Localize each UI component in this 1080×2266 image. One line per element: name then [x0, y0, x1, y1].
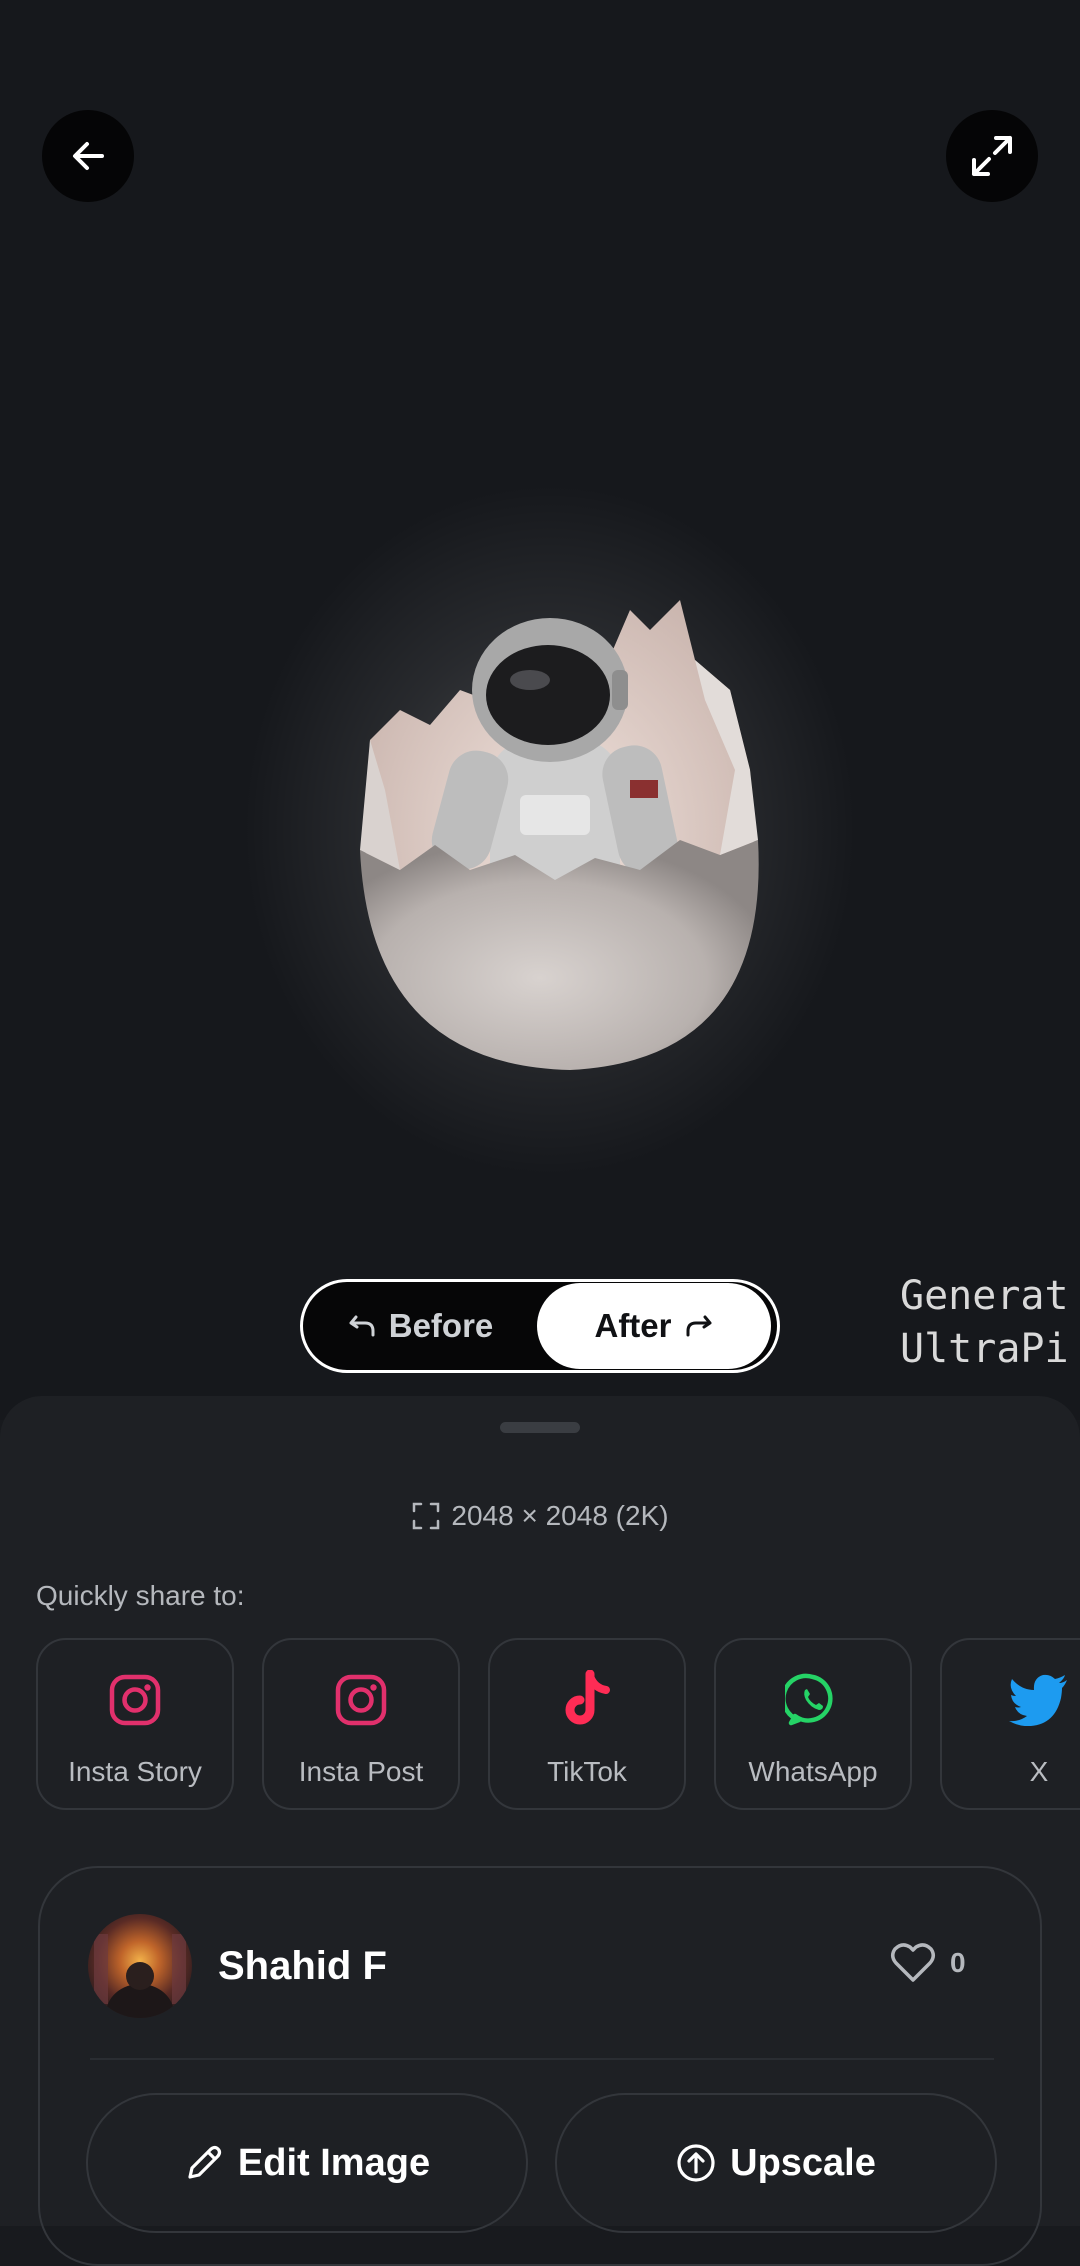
after-option[interactable]: After [537, 1283, 771, 1369]
share-label-text: Insta Story [68, 1756, 202, 1787]
share-insta-story[interactable]: Insta Story [36, 1638, 234, 1810]
creator-name[interactable]: Shahid F [218, 1944, 387, 1989]
share-insta-post[interactable]: Insta Post [262, 1638, 460, 1810]
twitter-bird-icon [1009, 1674, 1067, 1726]
edit-image-button[interactable]: Edit Image [86, 2093, 528, 2233]
edit-image-label: Edit Image [237, 2141, 431, 2184]
watermark-text: Generat UltraPi [900, 1270, 1080, 1376]
undo-icon [349, 1315, 375, 1337]
tiktok-icon [565, 1670, 610, 1725]
share-x[interactable]: X [940, 1638, 1080, 1810]
upscale-button[interactable]: Upscale [555, 2093, 997, 2233]
before-after-toggle[interactable]: Before After [300, 1279, 780, 1373]
before-option[interactable]: Before [303, 1283, 537, 1369]
after-label: After [594, 1307, 672, 1344]
share-label-text: TikTok [547, 1756, 627, 1787]
like-count: 0 [950, 1947, 966, 1978]
share-label-text: WhatsApp [748, 1756, 878, 1787]
watermark-line: UltraPi [900, 1326, 1069, 1372]
resolution-text: 2048 × 2048 (2K) [451, 1500, 669, 1531]
share-targets: Insta Story Insta Post TikTok WhatsApp X [36, 1638, 1080, 1814]
bottom-sheet: 2048 × 2048 (2K) Quickly share to: Insta… [0, 1396, 1080, 2266]
avatar[interactable] [88, 1914, 192, 2018]
avatar-image [94, 1934, 186, 2018]
expand-icon [972, 136, 1012, 176]
instagram-icon [335, 1674, 387, 1726]
arrow-up-circle-icon [677, 2144, 715, 2182]
redo-icon [686, 1315, 711, 1337]
heart-icon [891, 1943, 935, 1982]
generated-image[interactable] [340, 540, 800, 1100]
image-viewer: Before After Generat UltraPi [0, 0, 1080, 1420]
divider [90, 2058, 994, 2060]
share-whatsapp[interactable]: WhatsApp [714, 1638, 912, 1810]
share-label-text: X [1029, 1756, 1049, 1787]
fullscreen-button[interactable] [946, 110, 1038, 202]
resolution-info: 2048 × 2048 (2K) [0, 1496, 1080, 1536]
instagram-icon [109, 1674, 161, 1726]
arrow-left-icon [73, 142, 104, 170]
share-heading: Quickly share to: [36, 1580, 245, 1611]
creator-card: Shahid F 0 Edit Image Upscale [38, 1866, 1042, 2266]
watermark-line: Generat [900, 1273, 1069, 1319]
back-button[interactable] [42, 110, 134, 202]
before-label: Before [388, 1307, 494, 1344]
like-button[interactable]: 0 [890, 1942, 966, 1984]
share-tiktok[interactable]: TikTok [488, 1638, 686, 1810]
pencil-icon [188, 2145, 222, 2179]
upscale-label: Upscale [730, 2141, 876, 2184]
drag-handle[interactable] [500, 1422, 580, 1433]
whatsapp-icon [785, 1673, 833, 1726]
share-label-text: Insta Post [298, 1756, 424, 1787]
frame-corners-icon [413, 1502, 440, 1530]
